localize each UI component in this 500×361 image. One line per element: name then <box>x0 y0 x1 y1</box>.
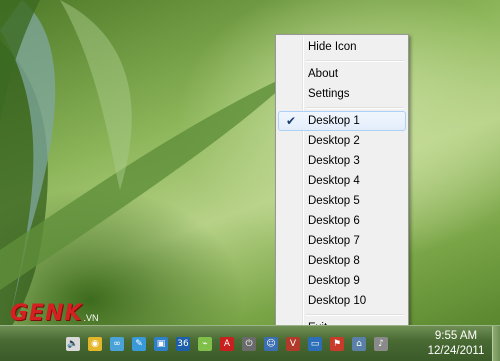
menu-item-desktop-7[interactable]: Desktop 7 <box>278 231 406 251</box>
menu-item-desktop-3[interactable]: Desktop 3 <box>278 151 406 171</box>
usb-icon[interactable]: ⌁ <box>198 337 212 351</box>
power-icon[interactable]: ⏻ <box>242 337 256 351</box>
tray-context-menu: Hide Icon About Settings ✔ Desktop 1 Des… <box>275 34 409 342</box>
menu-item-settings[interactable]: Settings <box>278 84 406 104</box>
menu-item-label: Settings <box>308 88 350 100</box>
acrobat-icon[interactable]: A <box>220 337 234 351</box>
monitor-icon[interactable]: ▭ <box>308 337 322 351</box>
antivirus-icon[interactable]: ◉ <box>88 337 102 351</box>
volume-icon[interactable]: 🔈 <box>66 337 80 351</box>
menu-item-about[interactable]: About <box>278 64 406 84</box>
show-desktop-button[interactable] <box>492 326 500 361</box>
menu-item-label: Desktop 3 <box>308 155 360 167</box>
user-icon[interactable]: ☺ <box>264 337 278 351</box>
speaker-icon[interactable]: ♪ <box>374 337 388 351</box>
watermark-suffix: .VN <box>83 313 99 323</box>
menu-item-label: Desktop 8 <box>308 255 360 267</box>
menu-item-label: Desktop 7 <box>308 235 360 247</box>
menu-item-label: Desktop 9 <box>308 275 360 287</box>
clock-date: 12/24/2011 <box>427 345 485 357</box>
menu-separator <box>306 104 406 111</box>
v-app-icon[interactable]: V <box>286 337 300 351</box>
menu-item-label: Desktop 6 <box>308 215 360 227</box>
pen-icon[interactable]: ✎ <box>132 337 146 351</box>
menu-item-desktop-5[interactable]: Desktop 5 <box>278 191 406 211</box>
flag-icon[interactable]: ⚑ <box>330 337 344 351</box>
menu-item-desktop-8[interactable]: Desktop 8 <box>278 251 406 271</box>
taskbar-clock[interactable]: 9:55 AM 12/24/2011 <box>422 329 490 359</box>
menu-item-desktop-1[interactable]: ✔ Desktop 1 <box>278 111 406 131</box>
checkmark-icon: ✔ <box>286 114 297 128</box>
app-36-icon[interactable]: 36 <box>176 337 190 351</box>
watermark-logo: GENK <box>10 301 83 326</box>
menu-item-label: Desktop 4 <box>308 175 360 187</box>
network-icon[interactable]: ⌂ <box>352 337 366 351</box>
menu-item-label: Desktop 2 <box>308 135 360 147</box>
menu-item-label: Desktop 5 <box>308 195 360 207</box>
menu-item-label: Desktop 1 <box>308 115 360 127</box>
menu-item-label: About <box>308 68 339 80</box>
genk-watermark: GENK .VN <box>10 301 99 326</box>
network-link-icon[interactable]: ∞ <box>110 337 124 351</box>
display-icon[interactable]: ▣ <box>154 337 168 351</box>
notification-area: 🔈 ◉ ∞ ✎ ▣ 36 ⌁ A ⏻ ☺ V ▭ ⚑ ⌂ ♪ <box>66 326 422 361</box>
menu-separator <box>306 311 406 318</box>
menu-item-desktop-2[interactable]: Desktop 2 <box>278 131 406 151</box>
clock-time: 9:55 AM <box>434 330 478 342</box>
menu-item-label: Desktop 10 <box>308 295 367 307</box>
menu-item-hide-icon[interactable]: Hide Icon <box>278 37 406 57</box>
menu-item-label: Hide Icon <box>308 41 357 53</box>
menu-item-desktop-10[interactable]: Desktop 10 <box>278 291 406 311</box>
menu-item-desktop-9[interactable]: Desktop 9 <box>278 271 406 291</box>
menu-item-desktop-4[interactable]: Desktop 4 <box>278 171 406 191</box>
taskbar: 🔈 ◉ ∞ ✎ ▣ 36 ⌁ A ⏻ ☺ V ▭ ⚑ ⌂ ♪ 9:55 AM 12/24/2011 <box>0 325 500 361</box>
menu-separator <box>306 57 406 64</box>
menu-item-desktop-6[interactable]: Desktop 6 <box>278 211 406 231</box>
